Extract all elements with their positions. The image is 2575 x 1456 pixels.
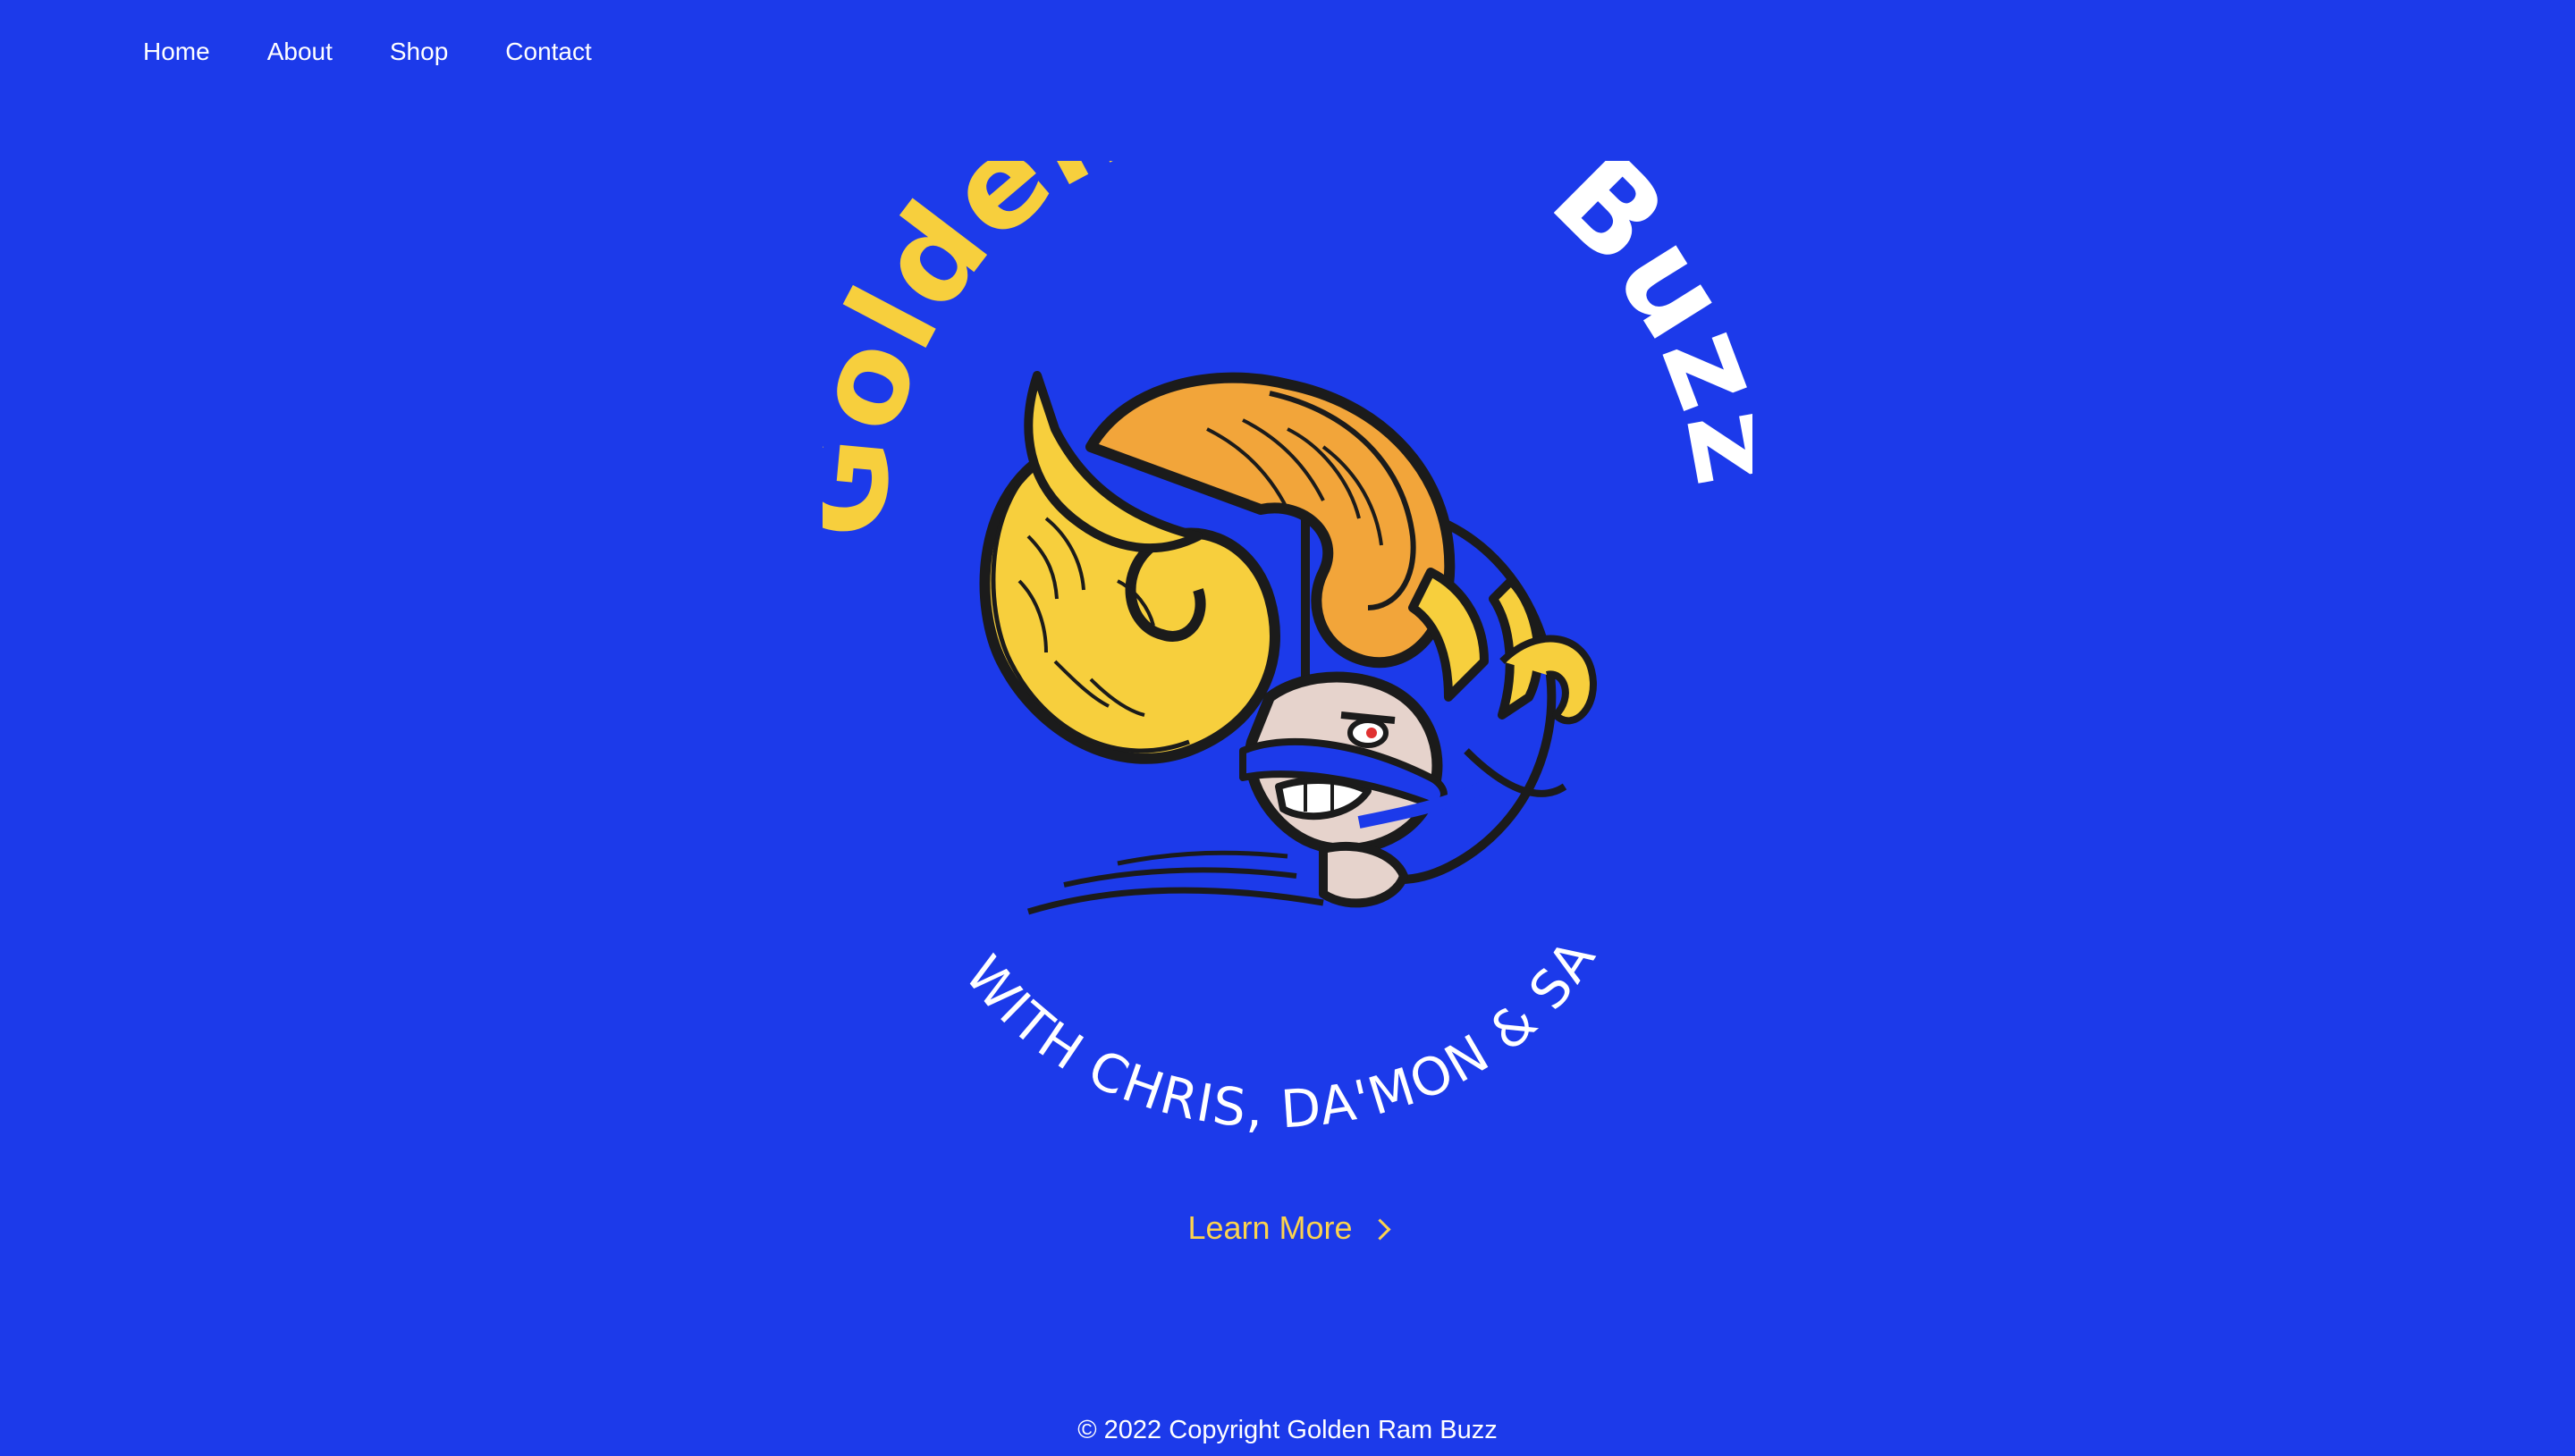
learn-more-label: Learn More <box>1187 1209 1353 1246</box>
nav-home-link[interactable]: Home <box>143 34 210 70</box>
nav-about-link[interactable]: About <box>267 34 333 70</box>
nav-contact-link[interactable]: Contact <box>505 34 592 70</box>
ram-mascot-icon <box>979 371 1597 915</box>
golden-ram-buzz-logo: Golden Ram Buzz <box>823 161 1752 1171</box>
learn-more-link[interactable]: Learn More <box>1187 1208 1391 1248</box>
main-nav: Home About Shop Contact <box>143 34 649 70</box>
chevron-right-icon <box>1369 1217 1391 1241</box>
nav-shop-link[interactable]: Shop <box>390 34 448 70</box>
logo-title-white: Buzz <box>1525 161 1752 496</box>
footer-copyright: © 2022 Copyright Golden Ram Buzz <box>1077 1416 1498 1444</box>
cta-section: Learn More <box>0 1208 2575 1248</box>
